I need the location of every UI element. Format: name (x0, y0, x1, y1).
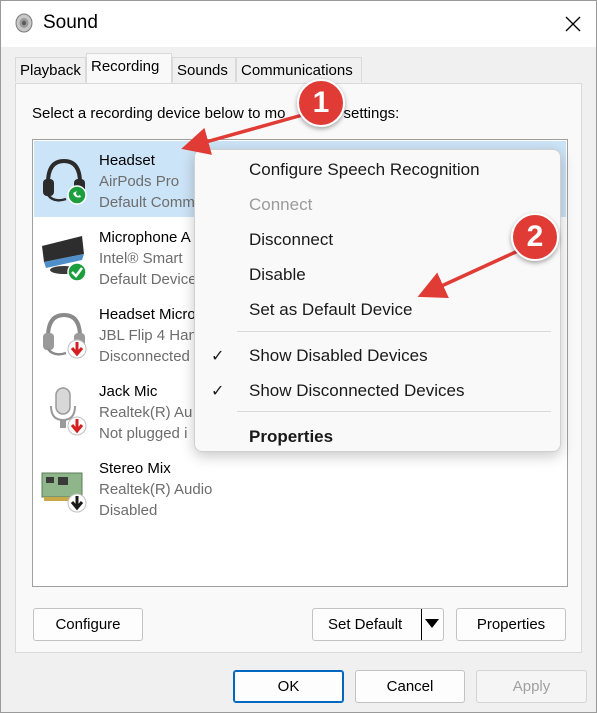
headset-icon (43, 312, 87, 359)
device-status: Disabled (99, 502, 158, 519)
close-button[interactable] (550, 1, 596, 47)
tab-sounds[interactable]: Sounds (172, 57, 236, 82)
set-default-label: Set Default (328, 616, 403, 633)
device-description: Intel® Smart (99, 250, 183, 267)
properties-button[interactable]: Properties (456, 608, 566, 641)
device-name: Jack Mic (99, 383, 158, 400)
checkmark-badge-icon (67, 262, 87, 282)
menu-item-configure-speech-recognition[interactable]: Configure Speech Recognition (249, 160, 480, 180)
menu-item-connect: Connect (249, 195, 313, 214)
menu-item-disable[interactable]: Disable (249, 265, 306, 285)
device-name: Headset Micro (99, 306, 196, 323)
device-status: Default Comm (99, 194, 195, 211)
tab-recording[interactable]: Recording (86, 53, 172, 83)
device-description: JBL Flip 4 Han (99, 327, 197, 344)
annotation-badge-2: 2 (511, 213, 559, 261)
annotation-badge-1: 1 (297, 79, 345, 127)
device-description: AirPods Pro (99, 173, 180, 190)
menu-separator (237, 331, 551, 332)
dropdown-triangle-icon[interactable] (425, 619, 439, 629)
checkmark-icon: ✓ (211, 383, 225, 400)
device-description: Realtek(R) Au (99, 404, 193, 421)
menu-separator (237, 411, 551, 412)
device-status: Not plugged i (99, 425, 188, 442)
apply-button[interactable]: Apply (476, 670, 587, 703)
tab-communications[interactable]: Communications (236, 57, 362, 82)
close-icon (565, 16, 581, 32)
microphone-icon (50, 387, 87, 436)
webcam-microphone-icon (42, 236, 87, 282)
menu-item-set-as-default-device[interactable]: Set as Default Device (249, 300, 412, 320)
tab-playback[interactable]: Playback (15, 57, 86, 82)
device-name: Microphone A (99, 229, 191, 246)
device-status: Default Device (99, 271, 197, 288)
menu-item-disconnect[interactable]: Disconnect (249, 230, 333, 250)
ok-button[interactable]: OK (233, 670, 344, 703)
sound-card-icon (41, 472, 87, 513)
window-title: Sound (43, 12, 98, 33)
split-separator (421, 609, 422, 640)
cancel-button[interactable]: Cancel (355, 670, 465, 703)
menu-item-properties[interactable]: Properties (249, 427, 333, 447)
device-item-stereo-mix[interactable]: Stereo Mix Realtek(R) Audio Disabled (34, 449, 566, 525)
headset-icon (43, 158, 87, 205)
device-status: Disconnected (99, 348, 190, 365)
device-name: Stereo Mix (99, 460, 171, 477)
checkmark-icon: ✓ (211, 348, 225, 365)
phone-badge-icon (67, 185, 87, 205)
title-bar: Sound (1, 1, 596, 47)
speaker-icon (15, 13, 33, 33)
menu-item-show-disabled-devices[interactable]: Show Disabled Devices (249, 346, 428, 366)
device-name: Headset (99, 152, 155, 169)
configure-button[interactable]: Configure (33, 608, 143, 641)
device-context-menu: Configure Speech Recognition Connect Dis… (194, 149, 561, 452)
menu-item-show-disconnected-devices[interactable]: Show Disconnected Devices (249, 381, 464, 401)
device-description: Realtek(R) Audio (99, 481, 213, 498)
